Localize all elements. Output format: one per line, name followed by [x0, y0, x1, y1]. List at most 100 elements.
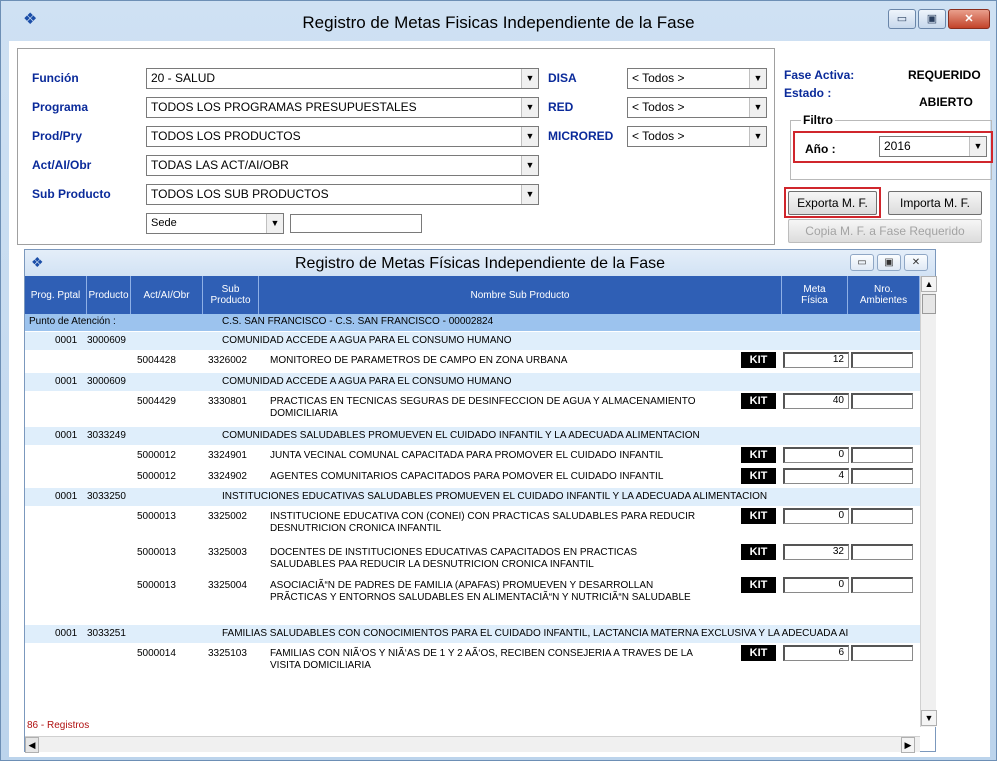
ambientes-input[interactable] [851, 544, 913, 560]
meta-input[interactable]: 12 [783, 352, 849, 368]
anio-select[interactable]: 2016 ▼ [879, 136, 987, 157]
meta-input[interactable]: 0 [783, 508, 849, 524]
red-label: RED [548, 100, 574, 114]
col-prog[interactable]: Prog. Pptal [25, 276, 87, 314]
meta-input[interactable]: 4 [783, 468, 849, 484]
scroll-down-icon[interactable]: ▼ [921, 710, 937, 726]
ambientes-input[interactable] [851, 468, 913, 484]
prodpry-select[interactable]: TODOS LOS PRODUCTOS ▼ [146, 126, 539, 147]
chevron-down-icon[interactable]: ▼ [969, 137, 986, 156]
copia-button[interactable]: Copia M. F. a Fase Requerido [788, 219, 982, 243]
chevron-down-icon[interactable]: ▼ [749, 98, 766, 117]
chevron-down-icon[interactable]: ▼ [266, 214, 283, 233]
kit-button[interactable]: KIT [741, 544, 776, 560]
chevron-down-icon[interactable]: ▼ [749, 69, 766, 88]
ambientes-input[interactable] [851, 352, 913, 368]
table-row[interactable]: 5000013 3325004 ASOCIACIÃ“N DE PADRES DE… [25, 575, 920, 625]
subproducto-select[interactable]: TODOS LOS SUB PRODUCTOS ▼ [146, 184, 539, 205]
scroll-left-icon[interactable]: ◀ [25, 737, 39, 753]
item-name: INSTITUCIONE EDUCATIVA CON (CONEI) CON P… [270, 511, 696, 534]
microred-select[interactable]: < Todos > ▼ [627, 126, 767, 147]
table-row[interactable]: 5000014 3325103 FAMILIAS CON NIÃ‘OS Y NI… [25, 643, 920, 679]
ambientes-input[interactable] [851, 393, 913, 409]
attention-label: Punto de Atención : [29, 316, 116, 327]
kit-button[interactable]: KIT [741, 508, 776, 524]
group-row[interactable]: 0001 3033250 INSTITUCIONES EDUCATIVAS SA… [25, 488, 920, 506]
status-panel: Fase Activa: REQUERIDO Estado : ABIERTO … [784, 48, 993, 245]
group-row[interactable]: 0001 3000609 COMUNIDAD ACCEDE A AGUA PAR… [25, 373, 920, 391]
grid-minimize-button[interactable]: ▭ [850, 254, 874, 271]
table-row[interactable]: 5000012 3324901 JUNTA VECINAL COMUNAL CA… [25, 445, 920, 466]
kit-button[interactable]: KIT [741, 645, 776, 661]
group-prog: 0001 [55, 376, 78, 387]
ambientes-input[interactable] [851, 447, 913, 463]
maximize-button[interactable]: ▣ [918, 9, 946, 29]
kit-button[interactable]: KIT [741, 447, 776, 463]
meta-input[interactable]: 32 [783, 544, 849, 560]
item-sub: 3325002 [208, 511, 247, 522]
item-sub: 3324901 [208, 450, 247, 461]
ambientes-input[interactable] [851, 508, 913, 524]
minimize-button[interactable]: ▭ [888, 9, 916, 29]
col-amb[interactable]: Nro. Ambientes [848, 276, 920, 314]
item-act: 5000013 [137, 511, 176, 522]
ambientes-input[interactable] [851, 645, 913, 661]
item-name: JUNTA VECINAL COMUNAL CAPACITADA PARA PR… [270, 450, 664, 461]
importa-button[interactable]: Importa M. F. [888, 191, 982, 215]
kit-button[interactable]: KIT [741, 393, 776, 409]
meta-input[interactable]: 6 [783, 645, 849, 661]
scroll-up-icon[interactable]: ▲ [921, 276, 937, 292]
client-area: Función 20 - SALUD ▼ Programa TODOS LOS P… [9, 41, 993, 757]
chevron-down-icon[interactable]: ▼ [521, 98, 538, 117]
anio-label: Año : [805, 142, 836, 156]
funcion-label: Función [32, 71, 79, 85]
grid-maximize-button[interactable]: ▣ [877, 254, 901, 271]
actaiobr-select[interactable]: TODAS LAS ACT/AI/OBR ▼ [146, 155, 539, 176]
attention-row[interactable]: Punto de Atención : C.S. SAN FRANCISCO -… [25, 314, 920, 331]
group-name: FAMILIAS SALUDABLES CON CONOCIMIENTOS PA… [222, 628, 849, 639]
group-row[interactable]: 0001 3033251 FAMILIAS SALUDABLES CON CON… [25, 625, 920, 643]
col-producto[interactable]: Producto [87, 276, 131, 314]
chevron-down-icon[interactable]: ▼ [521, 185, 538, 204]
ambientes-input[interactable] [851, 577, 913, 593]
disa-select[interactable]: < Todos > ▼ [627, 68, 767, 89]
table-row[interactable]: 5000013 3325003 DOCENTES DE INSTITUCIONE… [25, 542, 920, 575]
col-nombre[interactable]: Nombre Sub Producto [259, 276, 782, 314]
col-meta[interactable]: Meta Física [782, 276, 848, 314]
meta-input[interactable]: 0 [783, 577, 849, 593]
table-row[interactable]: 5000013 3325002 INSTITUCIONE EDUCATIVA C… [25, 506, 920, 542]
group-prod: 3033250 [87, 491, 126, 502]
grid-close-button[interactable]: ✕ [904, 254, 928, 271]
red-select[interactable]: < Todos > ▼ [627, 97, 767, 118]
funcion-select[interactable]: 20 - SALUD ▼ [146, 68, 539, 89]
meta-input[interactable]: 0 [783, 447, 849, 463]
group-prog: 0001 [55, 491, 78, 502]
vertical-scrollbar[interactable]: ▲ ▼ [920, 276, 937, 727]
exporta-button[interactable]: Exporta M. F. [788, 191, 877, 215]
chevron-down-icon[interactable]: ▼ [521, 127, 538, 146]
chevron-down-icon[interactable]: ▼ [749, 127, 766, 146]
meta-input[interactable]: 40 [783, 393, 849, 409]
scroll-thumb[interactable] [922, 294, 936, 314]
chevron-down-icon[interactable]: ▼ [521, 69, 538, 88]
group-row[interactable]: 0001 3033249 COMUNIDADES SALUDABLES PROM… [25, 427, 920, 445]
kit-button[interactable]: KIT [741, 352, 776, 368]
close-button[interactable]: ✕ [948, 9, 990, 29]
item-act: 5000013 [137, 580, 176, 591]
scroll-right-icon[interactable]: ▶ [901, 737, 915, 753]
kit-button[interactable]: KIT [741, 468, 776, 484]
group-row[interactable]: 0001 3000609 COMUNIDAD ACCEDE A AGUA PAR… [25, 332, 920, 350]
programa-select[interactable]: TODOS LOS PROGRAMAS PRESUPUESTALES ▼ [146, 97, 539, 118]
horizontal-scrollbar[interactable]: ◀ ▶ [25, 736, 920, 753]
table-row[interactable]: 5000012 3324902 AGENTES COMUNITARIOS CAP… [25, 466, 920, 487]
actaiobr-value: TODAS LAS ACT/AI/OBR [151, 158, 289, 172]
col-sub[interactable]: Sub Producto [203, 276, 259, 314]
chevron-down-icon[interactable]: ▼ [521, 156, 538, 175]
actaiobr-label: Act/AI/Obr [32, 158, 92, 172]
table-row[interactable]: 5004428 3326002 MONITOREO DE PARAMETROS … [25, 350, 920, 372]
kit-button[interactable]: KIT [741, 577, 776, 593]
sede-select[interactable]: Sede ▼ [146, 213, 284, 234]
sede-search-input[interactable] [290, 214, 422, 233]
col-act[interactable]: Act/AI/Obr [131, 276, 203, 314]
table-row[interactable]: 5004429 3330801 PRACTICAS EN TECNICAS SE… [25, 391, 920, 427]
